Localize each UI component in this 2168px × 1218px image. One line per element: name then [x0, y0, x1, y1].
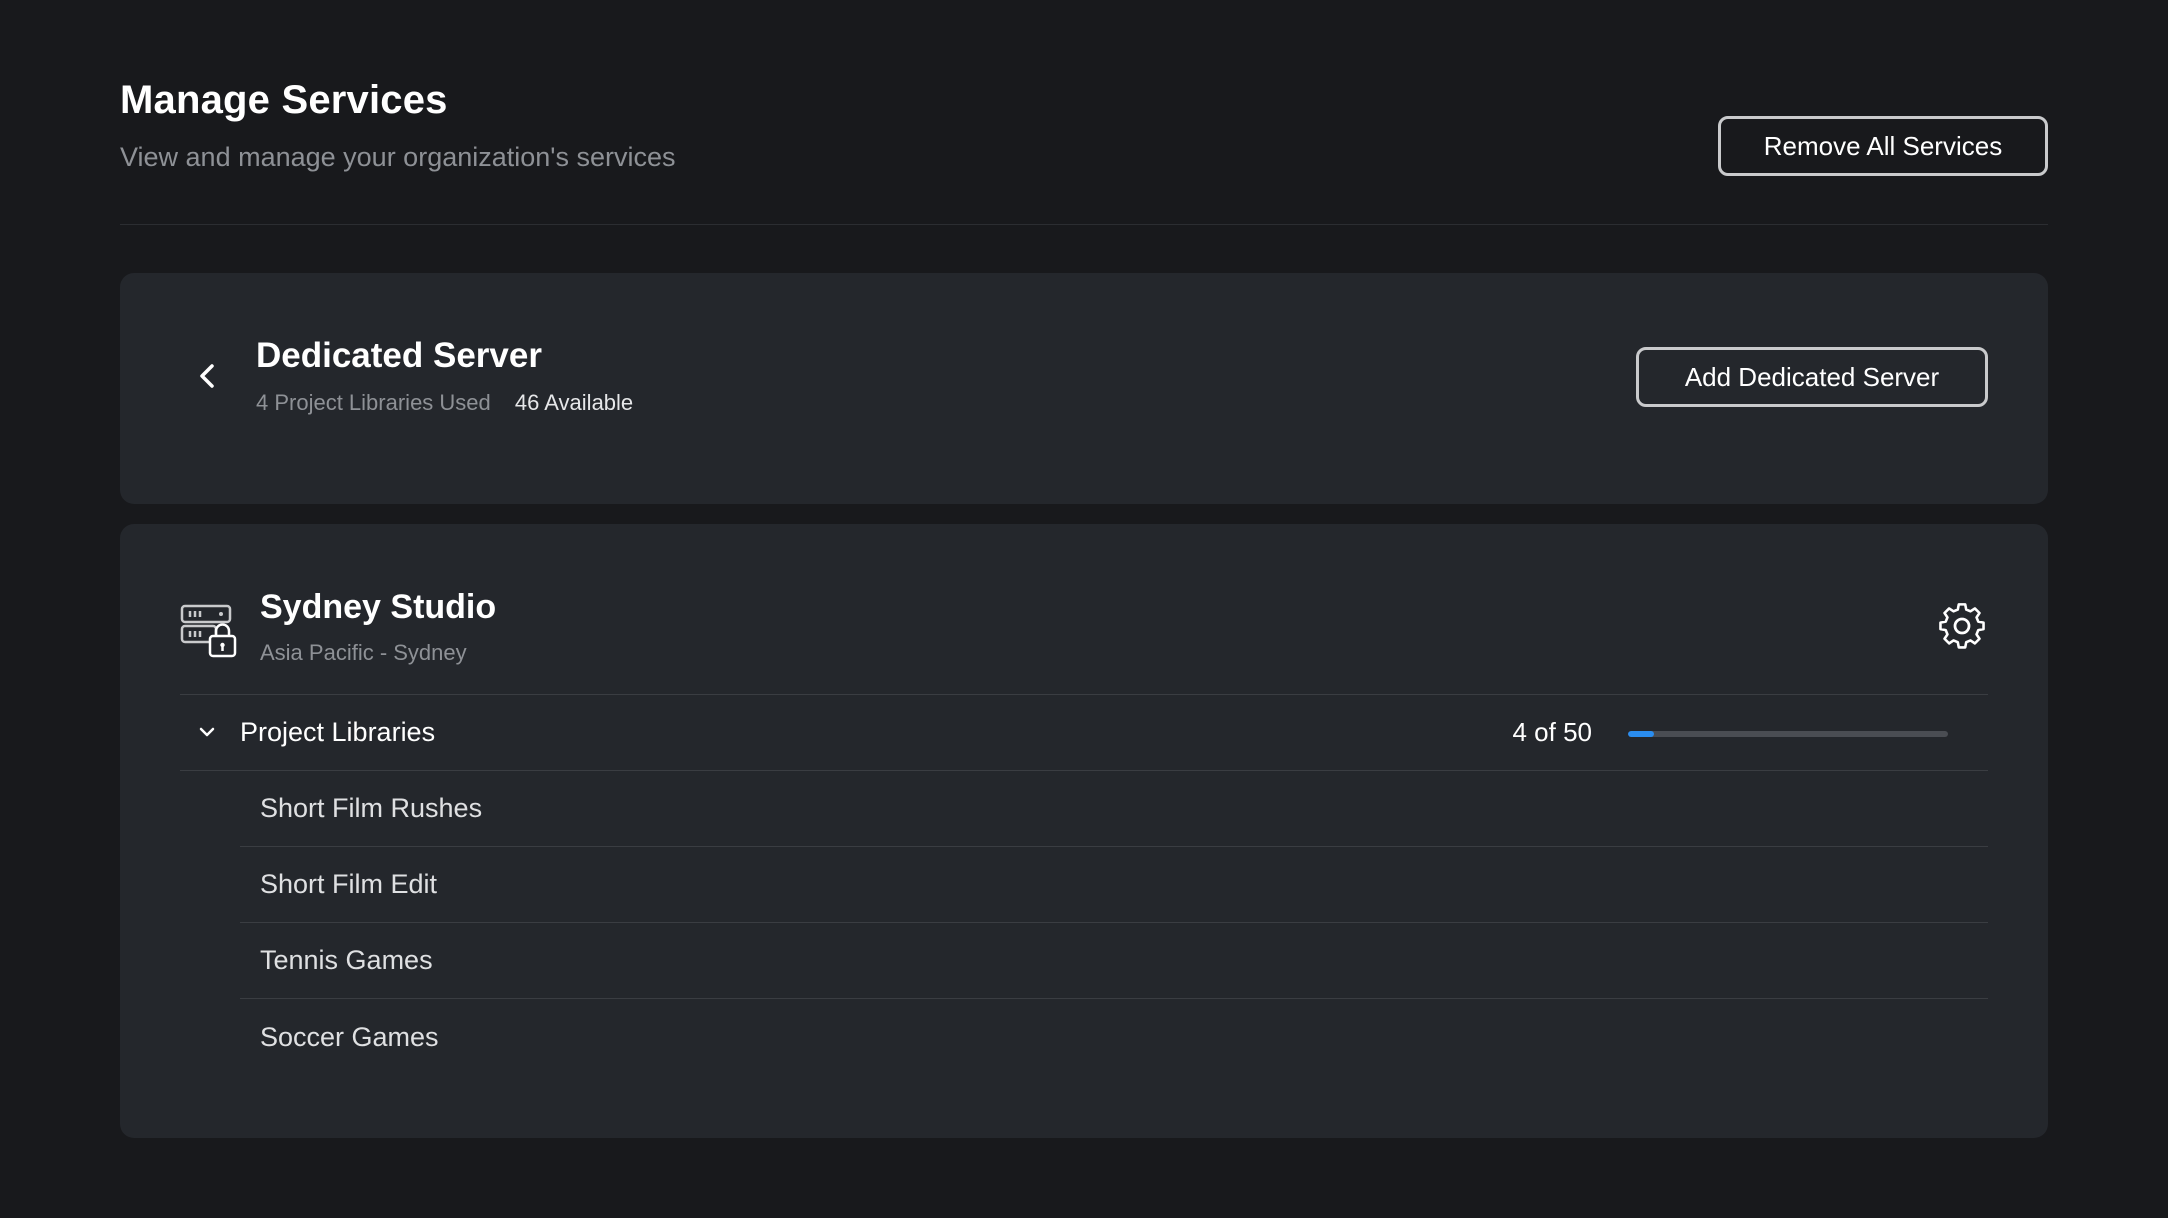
project-library-list: Short Film Rushes Short Film Edit Tennis…	[240, 771, 1988, 1075]
list-item[interactable]: Soccer Games	[240, 999, 1988, 1075]
chevron-left-icon[interactable]	[194, 360, 218, 392]
page-subtitle: View and manage your organization's serv…	[120, 142, 676, 172]
project-libraries-label: Project Libraries	[240, 717, 436, 747]
service-usage-summary: 4 Project Libraries Used 46 Available	[256, 390, 633, 416]
page-title: Manage Services	[120, 78, 448, 122]
studio-region: Asia Pacific - Sydney	[260, 640, 467, 665]
chevron-down-icon	[199, 727, 215, 737]
list-item[interactable]: Short Film Edit	[240, 847, 1988, 923]
sydney-studio-card: Sydney Studio Asia Pacific - Sydney Proj…	[120, 524, 2048, 1138]
libraries-used-text: 4 Project Libraries Used	[256, 390, 491, 415]
studio-card-content: Sydney Studio Asia Pacific - Sydney Proj…	[180, 524, 1988, 1138]
gear-icon[interactable]	[1936, 600, 1988, 652]
studio-name: Sydney Studio	[260, 588, 497, 626]
libraries-usage-progress	[1628, 731, 1948, 737]
service-title: Dedicated Server	[256, 336, 542, 375]
libraries-available-text: 46 Available	[514, 390, 634, 415]
list-item[interactable]: Short Film Rushes	[240, 771, 1988, 847]
add-dedicated-server-button[interactable]: Add Dedicated Server	[1636, 347, 1988, 407]
project-libraries-toggle[interactable]: Project Libraries 4 of 50	[180, 694, 1988, 771]
remove-all-services-button[interactable]: Remove All Services	[1718, 116, 2048, 176]
server-lock-icon	[180, 604, 237, 658]
list-item[interactable]: Tennis Games	[240, 923, 1988, 999]
libraries-usage-count: 4 of 50	[1512, 717, 1592, 747]
page-header: Manage Services View and manage your org…	[120, 0, 2048, 225]
libraries-usage-progress-fill	[1628, 731, 1654, 737]
